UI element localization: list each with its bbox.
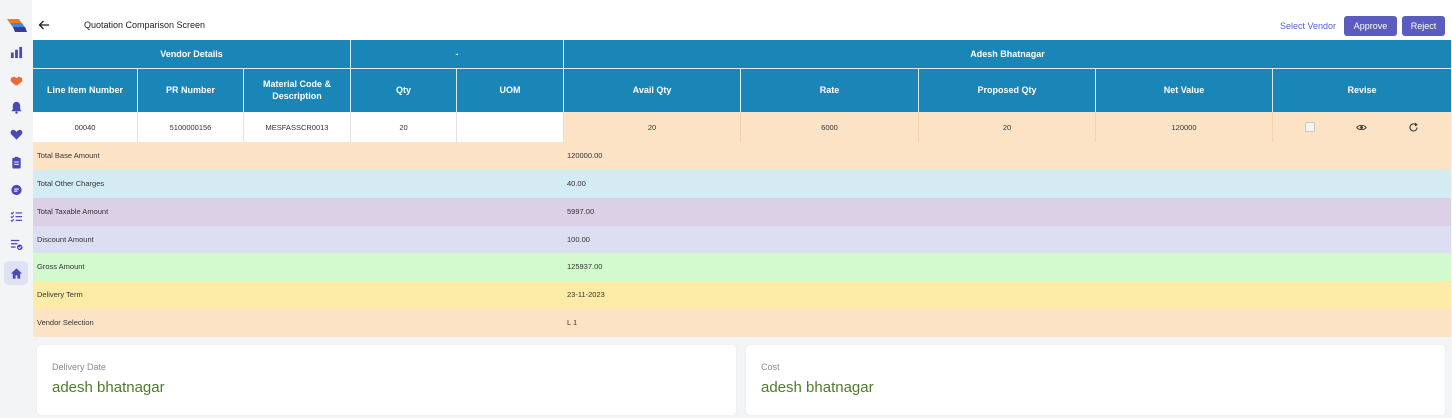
summary-row: Gross Amount 125937.00 <box>33 253 1451 281</box>
cell-proposed-qty: 20 <box>919 112 1096 142</box>
card-label: Delivery Date <box>52 362 107 372</box>
card-label: Cost <box>761 362 780 372</box>
col-revise: Revise <box>1347 84 1377 95</box>
col-uom: UOM <box>457 69 564 112</box>
cell-rate: 6000 <box>741 112 919 142</box>
group-dash: - <box>351 40 564 68</box>
summary-row: Total Other Charges 40.00 <box>33 170 1451 198</box>
summary-row: Delivery Term 23-11-2023 <box>33 281 1451 309</box>
summary-row: Total Base Amount 120000.00 <box>33 142 1451 170</box>
cell-net-value: 120000 <box>1096 112 1273 142</box>
summary-label: Delivery Term <box>37 290 83 299</box>
col-avail-qty: Avail Qty <box>564 69 741 112</box>
summary-value: 40.00 <box>567 179 586 188</box>
col-net-value: Net Value <box>1096 69 1273 112</box>
summary-value: 5997.00 <box>567 207 595 216</box>
group-vendor-name: Adesh Bhatnagar <box>970 49 1045 59</box>
list-check-icon[interactable] <box>4 232 28 256</box>
view-eye-icon[interactable] <box>1356 122 1367 133</box>
col-line-item: Line Item Number <box>33 69 138 112</box>
revise-checkbox[interactable] <box>1305 122 1316 132</box>
handshake-icon[interactable] <box>4 68 28 92</box>
cell-qty: 20 <box>351 112 457 142</box>
bag-icon[interactable] <box>4 177 28 201</box>
col-rate: Rate <box>741 69 919 112</box>
summary-row: Discount Amount 100.00 <box>33 226 1451 254</box>
cell-line-item: 00040 <box>33 112 138 142</box>
bell-icon[interactable] <box>4 95 28 119</box>
summary-label: Vendor Selection <box>37 318 94 327</box>
summary-value: 125937.00 <box>567 262 603 271</box>
cell-uom <box>457 112 564 142</box>
col-qty: Qty <box>351 69 457 112</box>
refresh-icon[interactable] <box>1408 122 1419 133</box>
cell-material-code: MESFASSCR0013 <box>244 112 351 142</box>
summary-value: 120000.00 <box>567 151 603 160</box>
summary-value: 100.00 <box>567 235 590 244</box>
sidebar <box>0 0 32 418</box>
select-vendor-link[interactable]: Select Vendor <box>1280 21 1336 31</box>
summary-row: Total Taxable Amount 5997.00 <box>33 198 1451 226</box>
col-pr-number: PR Number <box>138 69 244 112</box>
heart-icon[interactable] <box>4 122 28 146</box>
summary-label: Total Other Charges <box>37 179 105 188</box>
summary-label: Gross Amount <box>37 262 85 271</box>
bar-chart-icon[interactable] <box>4 40 28 64</box>
back-arrow-icon[interactable] <box>38 18 50 30</box>
cell-revise <box>1273 112 1451 142</box>
logo[interactable] <box>6 17 28 33</box>
summary-label: Total Base Amount <box>37 151 100 160</box>
clipboard-icon[interactable] <box>4 150 28 174</box>
summary-value: L 1 <box>567 318 578 327</box>
summary-value: 23-11-2023 <box>567 290 605 299</box>
comparison-table: Vendor Details - Adesh Bhatnagar Line It… <box>33 40 1451 337</box>
header-bar: Quotation Comparison Screen Select Vendo… <box>32 0 1452 40</box>
table-row: 00040 5100000156 MESFASSCR0013 20 20 600… <box>33 112 1451 142</box>
table-column-header: Line Item Number PR Number Material Code… <box>33 69 1451 112</box>
delivery-date-card: Delivery Date adesh bhatnagar <box>37 345 736 415</box>
card-value: adesh bhatnagar <box>761 379 874 396</box>
group-vendor-details: Vendor Details <box>33 40 351 68</box>
approve-button[interactable]: Approve <box>1344 16 1397 36</box>
checklist-icon[interactable] <box>4 204 28 228</box>
reject-button[interactable]: Reject <box>1402 16 1445 36</box>
card-value: adesh bhatnagar <box>52 379 165 396</box>
summary-label: Discount Amount <box>37 235 94 244</box>
cell-avail-qty: 20 <box>564 112 741 142</box>
cell-pr-number: 5100000156 <box>138 112 244 142</box>
cost-card: Cost adesh bhatnagar <box>746 345 1445 415</box>
home-icon[interactable] <box>4 261 28 285</box>
col-material-code: Material Code & Description <box>244 69 351 112</box>
summary-label: Total Taxable Amount <box>37 207 109 216</box>
col-proposed-qty: Proposed Qty <box>919 69 1096 112</box>
summary-row: Vendor Selection L 1 <box>33 309 1451 337</box>
table-group-header: Vendor Details - Adesh Bhatnagar <box>33 40 1451 69</box>
page-title: Quotation Comparison Screen <box>84 20 206 30</box>
